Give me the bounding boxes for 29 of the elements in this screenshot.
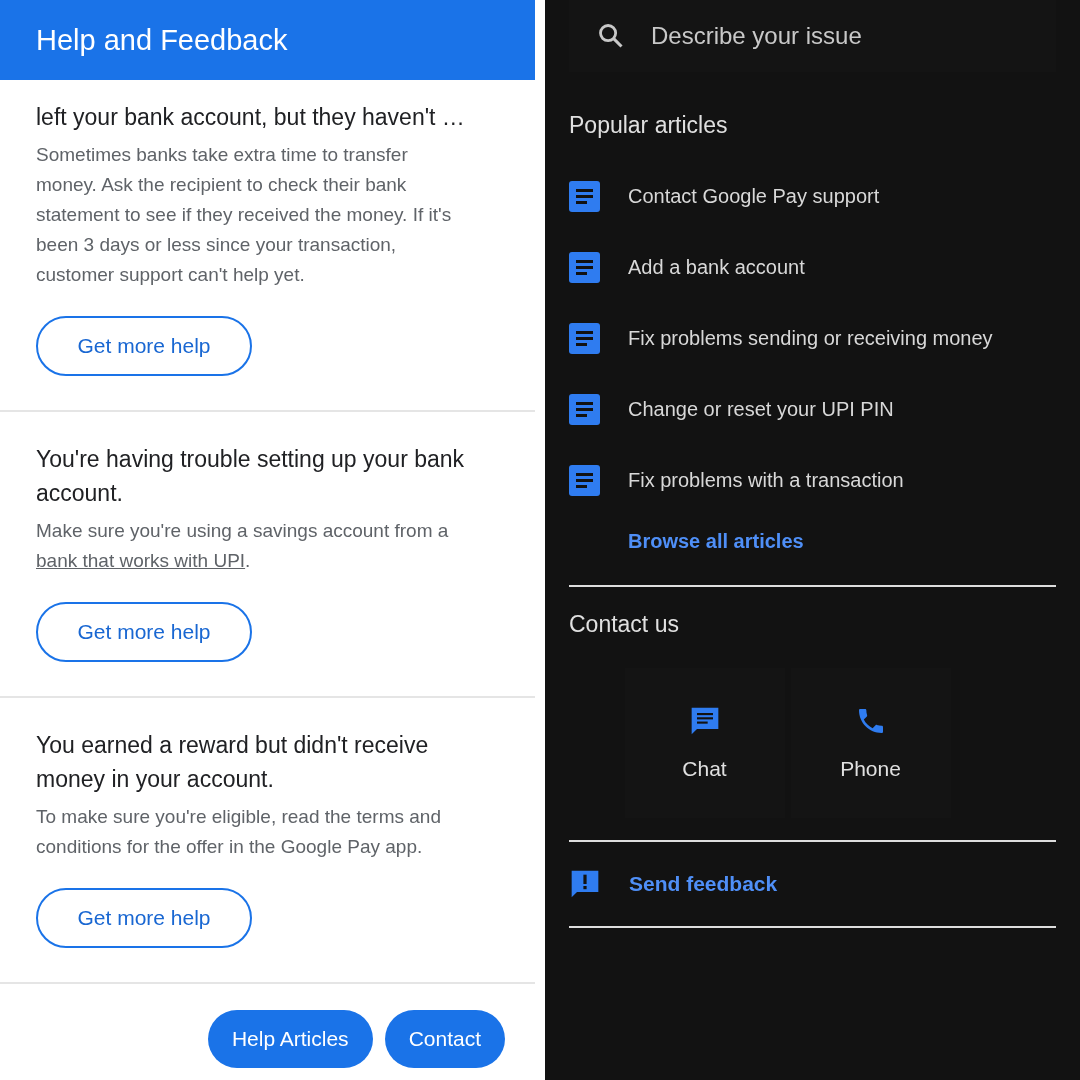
issue-title: You're having trouble setting up your bank account. [36, 445, 466, 508]
browse-articles-link[interactable]: Browse all articles [628, 530, 1056, 553]
issue-description: Make sure you're using a savings account from a bank that works with UPI. [36, 519, 450, 573]
document-icon [569, 465, 600, 496]
get-help-button[interactable]: Get more help [36, 888, 252, 948]
article-link[interactable]: Fix problems sending or receiving money [628, 327, 993, 350]
section-title: Contact us [569, 611, 680, 638]
article-link[interactable]: Add a bank account [628, 256, 805, 279]
page-title: Help and Feedback [36, 23, 288, 57]
search-field[interactable]: Describe your issue [649, 21, 1056, 51]
issue-title: You earned a reward but didn't receive money in your account. [36, 731, 430, 794]
upi-banks-link[interactable]: bank that works with UPI [36, 550, 246, 571]
help-articles-button[interactable]: Help Articles [207, 1010, 373, 1068]
get-help-button[interactable]: Get more help [36, 602, 252, 662]
document-icon [569, 394, 600, 425]
article-link[interactable]: Change or reset your UPI PIN [628, 398, 894, 421]
issue-title: left your bank account, but they haven't … [36, 103, 466, 132]
article-link[interactable]: Contact Google Pay support [628, 185, 880, 208]
search-icon [597, 22, 625, 50]
document-icon [569, 252, 600, 283]
get-help-button[interactable]: Get more help [36, 316, 252, 376]
document-icon [569, 323, 600, 354]
document-icon [569, 181, 600, 212]
send-feedback-link[interactable]: Send feedback [629, 872, 778, 896]
issue-description: Sometimes banks take extra time to transfer money. Ask the recipient to check their bank statement to see if they received the money. If it's been 3 days or less since your transaction, customer support can't help yet. [36, 143, 453, 287]
contact-button[interactable]: Contact [384, 1010, 505, 1068]
article-link[interactable]: Fix problems with a transaction [628, 469, 904, 492]
section-title: Popular articles [569, 112, 729, 139]
issue-description: To make sure you're eligible, read the terms and conditions for the offer in the Google Pay app. [36, 805, 442, 859]
